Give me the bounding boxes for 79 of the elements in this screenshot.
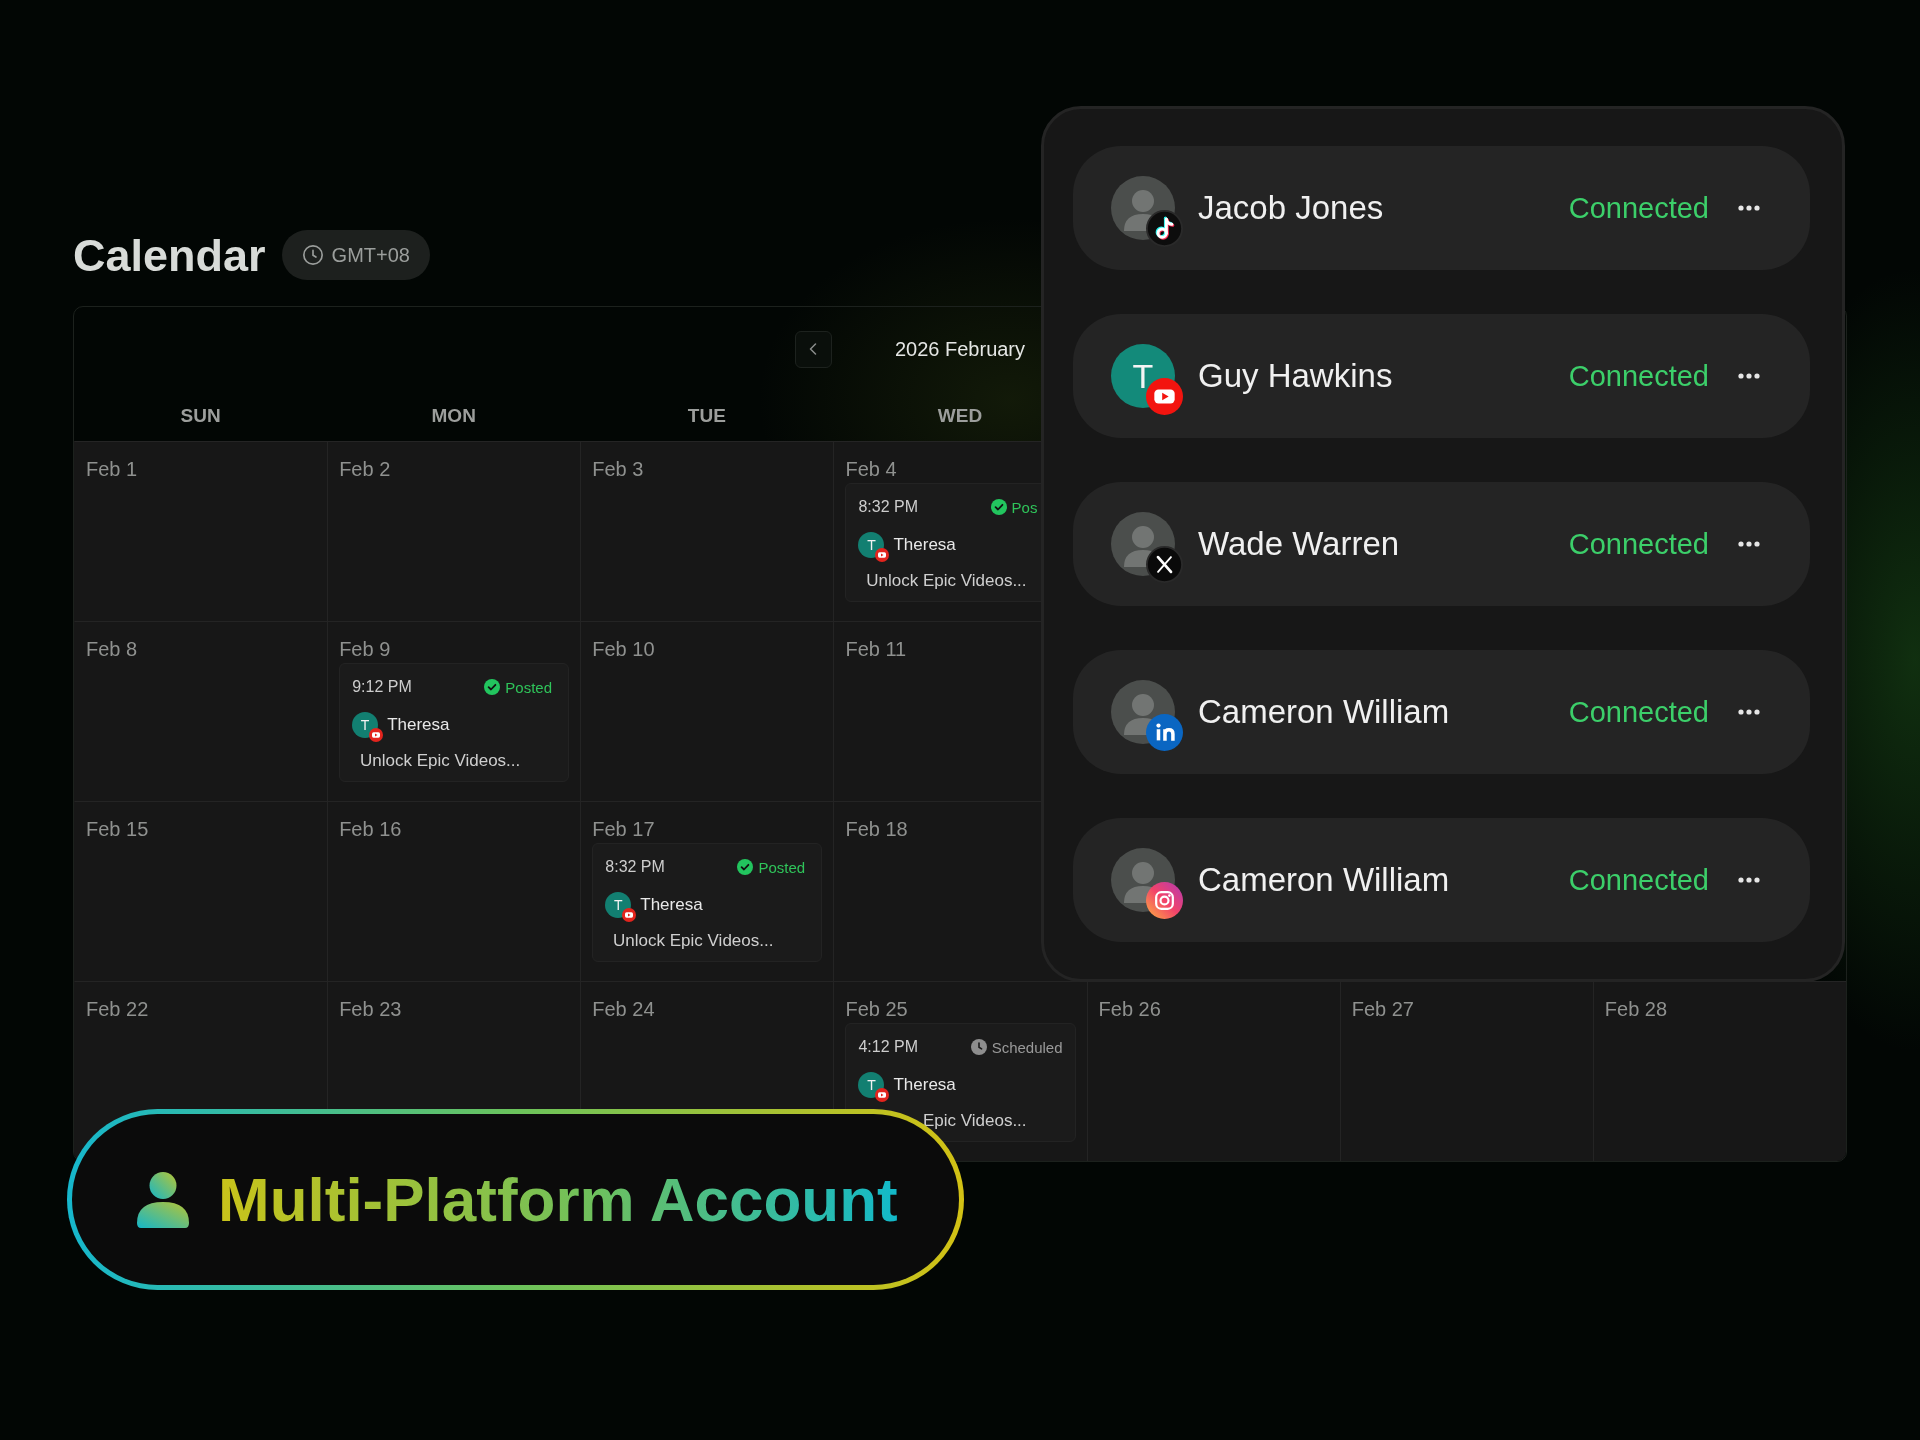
event-time: 8:32 PM xyxy=(605,858,665,876)
event-card[interactable]: 9:12 PM Posted T Theresa Unlock Epic Videos... xyxy=(339,663,570,782)
avatar-initial: T xyxy=(352,712,379,738)
account-name: Guy Hawkins xyxy=(1198,357,1393,395)
event-title: Unlock Epic Videos... xyxy=(613,931,774,951)
play-button-icon xyxy=(875,548,890,562)
avatar-initial: T xyxy=(858,532,885,558)
status-label: Scheduled xyxy=(991,1038,1063,1056)
music-note-icon xyxy=(1146,210,1183,247)
date-label: Feb 26 xyxy=(1098,997,1161,1021)
connection-status: Connected xyxy=(1568,527,1709,561)
date-label: Feb 24 xyxy=(592,997,655,1021)
more-options-icon[interactable] xyxy=(1738,709,1760,715)
account-name: Cameron William xyxy=(1198,693,1450,731)
event-time: 8:32 PM xyxy=(858,498,918,516)
x-mark-icon xyxy=(1146,546,1183,583)
weekday-label: TUE xyxy=(687,405,726,427)
date-label: Feb 23 xyxy=(339,997,402,1021)
event-card[interactable]: 8:32 PM Posted T Theresa Unlock Epic Videos... xyxy=(592,843,823,962)
status-label: Posted xyxy=(758,858,806,876)
avatar-initial: T xyxy=(858,1072,885,1098)
person-icon xyxy=(137,1171,189,1228)
weekday-label: MON xyxy=(431,405,476,427)
more-options-icon[interactable] xyxy=(1738,877,1760,883)
weekday-label: WED xyxy=(937,405,983,427)
more-options-icon[interactable] xyxy=(1738,205,1760,211)
event-title: Unlock Epic Videos... xyxy=(359,751,521,771)
date-label: Feb 18 xyxy=(845,817,908,841)
page-title: Calendar xyxy=(73,232,266,278)
check-circle-icon xyxy=(990,499,1007,515)
chevron-left-icon xyxy=(809,343,818,355)
connection-status: Connected xyxy=(1568,695,1709,729)
connection-status: Connected xyxy=(1568,359,1709,393)
date-label: Feb 9 xyxy=(339,637,391,661)
date-label: Feb 25 xyxy=(845,997,908,1021)
play-button-icon xyxy=(369,728,384,742)
connection-status: Connected xyxy=(1568,191,1709,225)
date-label: Feb 11 xyxy=(845,637,907,661)
camera-outline-icon xyxy=(1146,882,1183,919)
account-name: Jacob Jones xyxy=(1198,189,1384,227)
play-button-icon xyxy=(622,908,637,922)
status-label: Pos xyxy=(1011,498,1038,516)
event-card[interactable]: 4:12 PM Scheduled T Theresa Epic Videos... xyxy=(845,1023,1076,1142)
avatar-initial: T xyxy=(605,892,632,918)
author-name: Theresa xyxy=(893,535,956,555)
author-name: Theresa xyxy=(640,895,703,915)
date-label: Feb 4 xyxy=(845,457,897,481)
date-label: Feb 2 xyxy=(339,457,391,481)
weekday-label: SUN xyxy=(180,405,221,427)
clock-icon xyxy=(301,244,324,266)
author-name: Theresa xyxy=(387,715,450,735)
account-name: Cameron William xyxy=(1198,861,1450,899)
date-label: Feb 8 xyxy=(86,637,138,661)
status-label: Posted xyxy=(505,678,552,696)
date-label: Feb 3 xyxy=(592,457,644,481)
event-title: Unlock Epic Videos... xyxy=(866,571,1027,591)
date-label: Feb 17 xyxy=(592,817,655,841)
play-button-icon xyxy=(875,1088,890,1102)
date-label: Feb 27 xyxy=(1351,997,1414,1021)
date-label: Feb 28 xyxy=(1604,997,1668,1021)
date-label: Feb 10 xyxy=(592,637,655,661)
check-circle-icon xyxy=(484,679,501,695)
clock-icon xyxy=(970,1039,987,1055)
account-name: Wade Warren xyxy=(1198,525,1400,563)
timezone-button[interactable]: GMT+08 xyxy=(281,230,430,280)
date-label: Feb 15 xyxy=(86,817,149,841)
date-label: Feb 16 xyxy=(339,817,402,841)
event-title: Epic Videos... xyxy=(922,1111,1027,1131)
check-circle-icon xyxy=(737,859,754,875)
event-time: 9:12 PM xyxy=(352,678,412,696)
author-name: Theresa xyxy=(893,1075,956,1095)
more-options-icon[interactable] xyxy=(1738,373,1760,379)
month-label: 2026 February xyxy=(894,337,1026,361)
date-label: Feb 22 xyxy=(86,997,149,1021)
in-letters-icon xyxy=(1146,714,1183,751)
date-label: Feb 1 xyxy=(86,457,138,481)
connection-status: Connected xyxy=(1568,863,1709,897)
event-time: 4:12 PM xyxy=(858,1038,918,1056)
more-options-icon[interactable] xyxy=(1738,541,1760,547)
